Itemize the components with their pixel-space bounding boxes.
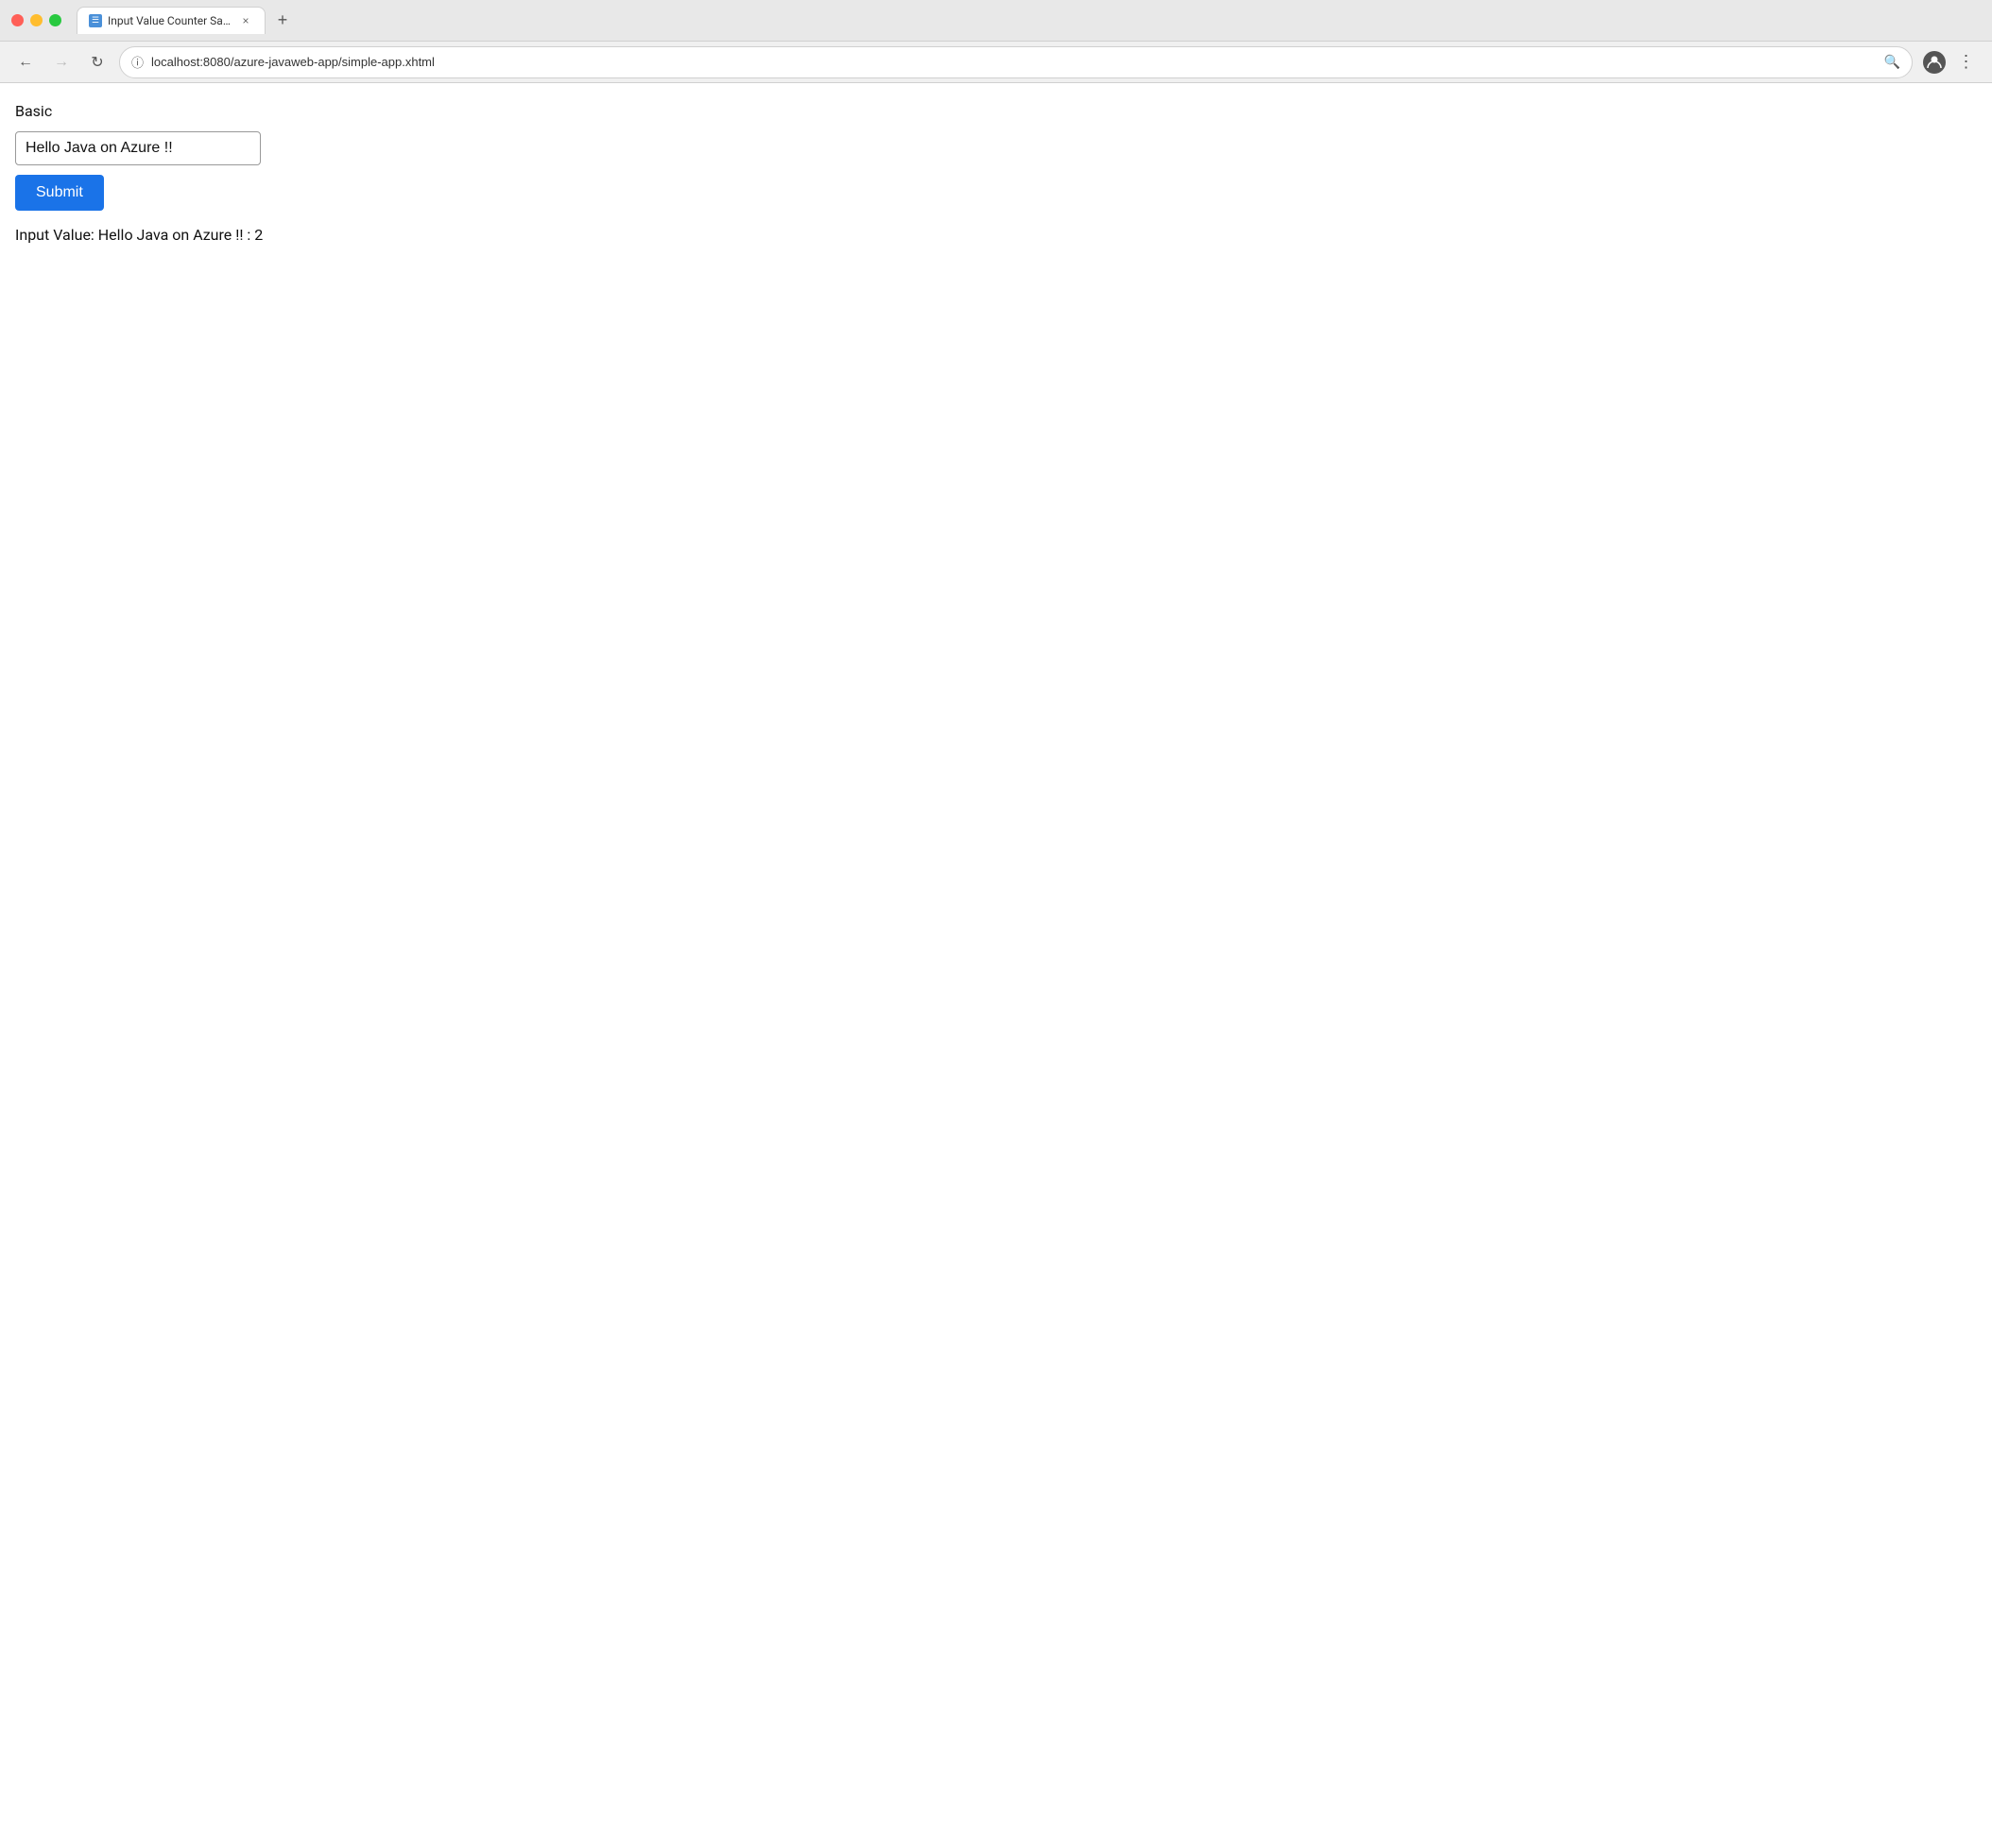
section-heading: Basic — [15, 102, 1977, 120]
active-tab[interactable]: ☰ Input Value Counter Sample × — [77, 7, 266, 34]
nav-bar: ← → ↻ ⓘ 🔍 ⋮ — [0, 42, 1992, 83]
refresh-button[interactable]: ↻ — [83, 48, 112, 77]
text-input[interactable] — [15, 131, 261, 165]
tab-favicon-icon: ☰ — [89, 14, 102, 27]
nav-right: ⋮ — [1920, 48, 1981, 77]
page-content: Basic Submit Input Value: Hello Java on … — [0, 83, 1992, 1848]
user-avatar-icon — [1923, 51, 1946, 74]
back-button[interactable]: ← — [11, 48, 40, 77]
address-bar-input[interactable] — [151, 55, 1877, 69]
lock-icon: ⓘ — [131, 53, 144, 71]
result-text: Input Value: Hello Java on Azure !! : 2 — [15, 226, 1977, 244]
tab-bar: ☰ Input Value Counter Sample × + — [77, 7, 296, 34]
forward-button[interactable]: → — [47, 48, 76, 77]
browser-window: ☰ Input Value Counter Sample × + ← → ↻ ⓘ… — [0, 0, 1992, 1848]
submit-button[interactable]: Submit — [15, 175, 104, 211]
maximize-button[interactable] — [49, 14, 61, 26]
close-button[interactable] — [11, 14, 24, 26]
window-controls — [11, 14, 61, 26]
minimize-button[interactable] — [30, 14, 43, 26]
tab-close-button[interactable]: × — [238, 13, 253, 28]
browser-menu-button[interactable]: ⋮ — [1952, 48, 1981, 77]
title-bar: ☰ Input Value Counter Sample × + — [0, 0, 1992, 42]
new-tab-button[interactable]: + — [269, 8, 296, 34]
address-bar-container: ⓘ 🔍 — [119, 46, 1913, 78]
search-icon[interactable]: 🔍 — [1884, 55, 1900, 70]
user-account-button[interactable] — [1920, 48, 1949, 77]
tab-title: Input Value Counter Sample — [108, 14, 232, 27]
